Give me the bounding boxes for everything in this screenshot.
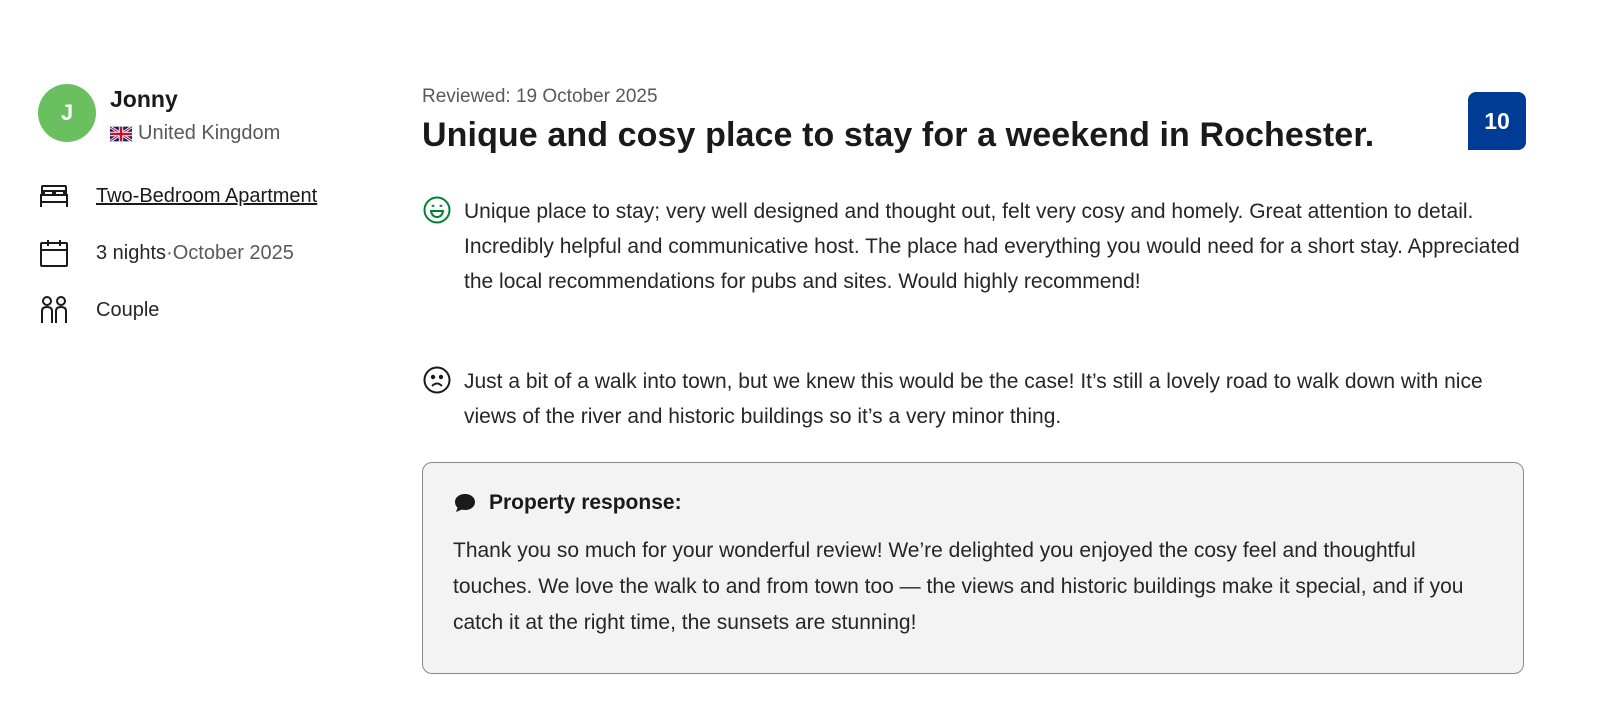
review-score-badge: 10 (1468, 92, 1526, 150)
property-response-text: Thank you so much for your wonderful rev… (453, 539, 1464, 634)
nights-count: 3 nights (96, 241, 167, 264)
traveller-type: Couple (96, 298, 160, 321)
property-response-box: Property response: Thank you so much for… (422, 462, 1524, 674)
smiley-face-icon (423, 196, 451, 224)
traveller-type-row: Couple (38, 294, 159, 326)
speech-bubble-icon (455, 494, 475, 512)
reviewed-date: Reviewed: 19 October 2025 (422, 86, 658, 107)
review-score: 10 (1484, 107, 1510, 134)
positive-comment: Unique place to stay; very well designed… (422, 194, 1524, 299)
calendar-icon (38, 237, 70, 269)
reviewer-country: United Kingdom (110, 122, 280, 145)
meta-separator: · (166, 241, 173, 264)
stay-duration-row: 3 nights · October 2025 (38, 237, 294, 269)
reviewer-name: Jonny (110, 86, 178, 112)
property-response-heading: Property response: (489, 491, 682, 514)
room-type-row: Two-Bedroom Apartment (38, 180, 317, 212)
negative-comment: Just a bit of a walk into town, but we k… (422, 364, 1524, 434)
negative-comment-text: Just a bit of a walk into town, but we k… (464, 370, 1483, 428)
review-title: Unique and cosy place to stay for a week… (422, 116, 1375, 154)
bed-icon (38, 180, 70, 212)
couple-icon (38, 294, 70, 326)
avatar-initial: J (60, 100, 74, 125)
positive-comment-text: Unique place to stay; very well designed… (464, 200, 1520, 293)
avatar: J (38, 84, 96, 142)
sad-face-icon (423, 366, 451, 394)
stay-month: October 2025 (172, 241, 294, 264)
uk-flag-icon (110, 125, 132, 142)
room-type-link[interactable]: Two-Bedroom Apartment (96, 185, 317, 208)
property-response-header: Property response: (453, 491, 1493, 515)
country-name: United Kingdom (138, 122, 281, 144)
